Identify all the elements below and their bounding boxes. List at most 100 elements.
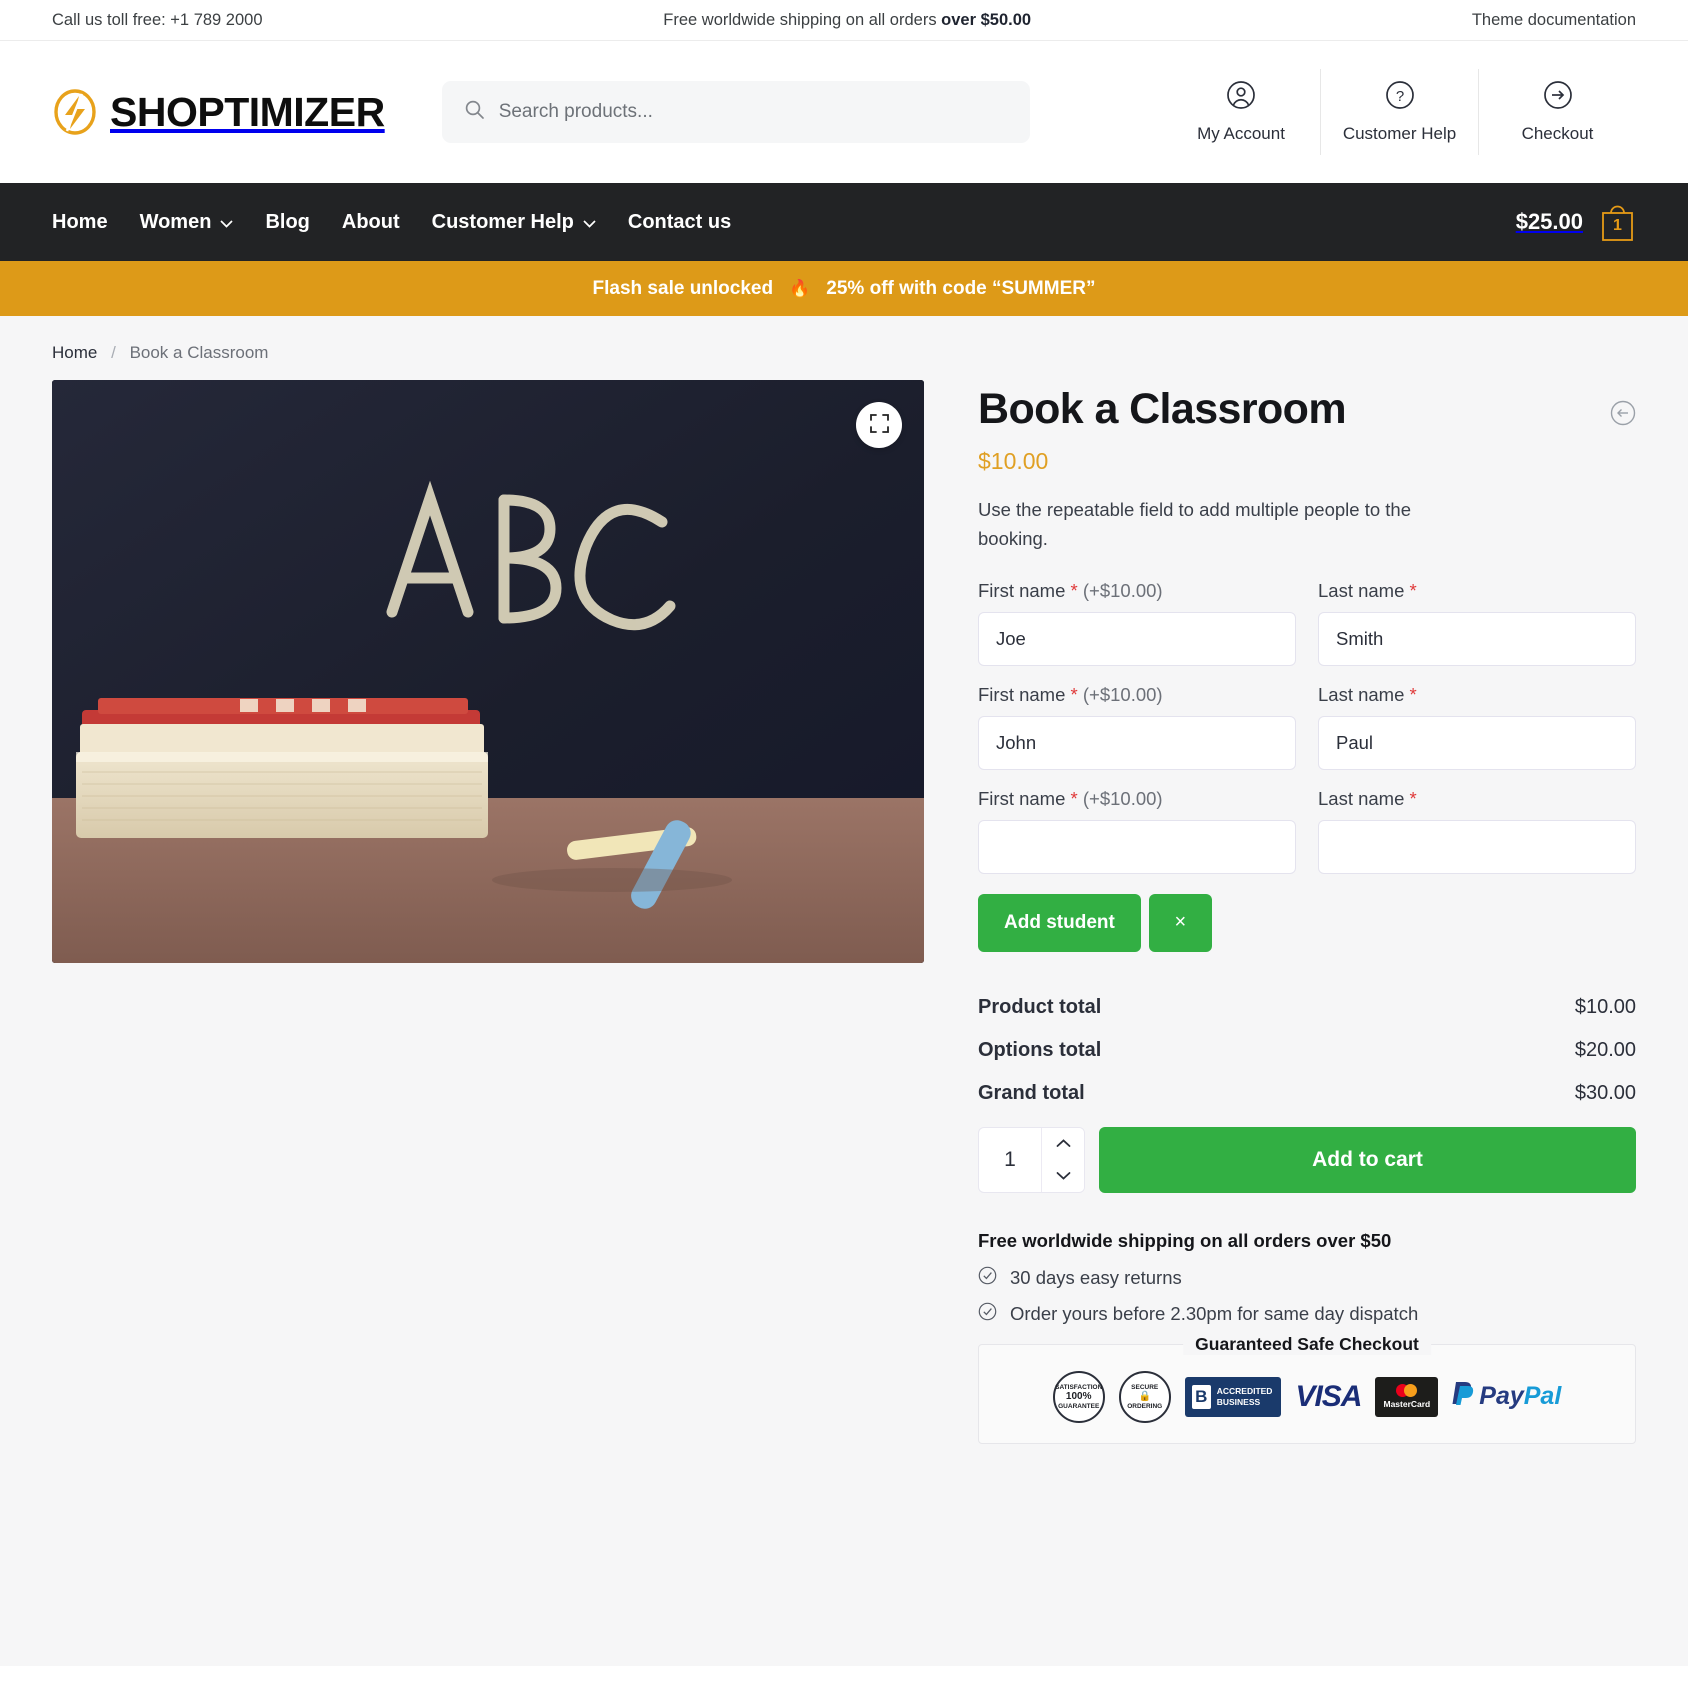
arrow-left-circle-icon[interactable] xyxy=(1610,400,1636,426)
first-name-label-text-1: First name xyxy=(978,579,1066,601)
product-layout: Book a Classroom $10.00 Use the repeatab… xyxy=(52,380,1636,1444)
last-name-input-3[interactable] xyxy=(1318,819,1636,874)
paypal-word-pal: Pal xyxy=(1523,1382,1562,1411)
breadcrumb-separator: / xyxy=(111,343,116,362)
customer-help-link[interactable]: ? Customer Help xyxy=(1320,69,1478,155)
main-navigation: Home Women Blog About Customer Help Cont… xyxy=(0,183,1688,261)
add-student-button[interactable]: Add student xyxy=(978,893,1141,952)
options-total-value: $20.00 xyxy=(1574,1038,1636,1061)
nav-item-about[interactable]: About xyxy=(342,211,400,234)
svg-text:?: ? xyxy=(1395,88,1403,105)
page-content: Home / Book a Classroom Book a Classroom… xyxy=(0,316,1688,1666)
first-name-label-1: First name * (+$10.00) xyxy=(978,580,1296,602)
required-marker: * xyxy=(1070,579,1078,601)
first-name-label-text-3: First name xyxy=(978,787,1066,809)
flash-sale-right-text: 25% off with code “SUMMER” xyxy=(826,277,1096,299)
grand-total-value: $30.00 xyxy=(1574,1081,1636,1104)
nav-item-contact-us-label: Contact us xyxy=(627,210,732,233)
perk-label: 30 days easy returns xyxy=(1010,1266,1182,1288)
add-to-cart-button[interactable]: Add to cart xyxy=(1099,1126,1636,1193)
shipping-announcement-bold: over $50.00 xyxy=(941,10,1032,29)
first-name-input-1[interactable] xyxy=(978,611,1296,666)
flash-sale-banner[interactable]: Flash sale unlocked 🔥 25% off with code … xyxy=(0,261,1688,316)
nav-item-customer-help[interactable]: Customer Help xyxy=(432,211,596,234)
payment-badges: SATISFACTION 100% GUARANTEE SECURE 🔒 ORD… xyxy=(999,1370,1615,1423)
user-circle-icon xyxy=(1226,80,1256,115)
search-icon xyxy=(464,99,485,125)
lock-icon: 🔒 xyxy=(1138,1391,1151,1403)
theme-documentation-link[interactable]: Theme documentation xyxy=(1472,11,1636,29)
expand-image-button[interactable] xyxy=(856,402,902,448)
breadcrumb-current: Book a Classroom xyxy=(129,343,269,362)
first-name-input-3[interactable] xyxy=(978,819,1296,874)
nav-item-women[interactable]: Women xyxy=(140,211,234,234)
guaranteed-safe-checkout: Guaranteed Safe Checkout SATISFACTION 10… xyxy=(978,1333,1636,1444)
cart-link[interactable]: $25.00 1 xyxy=(1516,202,1636,242)
search-input[interactable] xyxy=(498,101,1008,123)
paypal-icon xyxy=(1452,1380,1474,1413)
cart-total: $25.00 xyxy=(1515,209,1583,234)
perk-item: 30 days easy returns xyxy=(978,1266,1636,1290)
top-announcement-bar: Call us toll free: +1 789 2000 Free worl… xyxy=(0,0,1688,41)
checkout-link[interactable]: Checkout xyxy=(1478,69,1636,155)
bbb-line-1: ACCREDITED xyxy=(1216,1386,1273,1397)
first-name-surcharge-2: (+$10.00) xyxy=(1082,683,1163,705)
remove-student-button[interactable]: × xyxy=(1148,893,1212,952)
product-image[interactable] xyxy=(52,380,924,963)
last-name-label-1: Last name * xyxy=(1318,580,1636,602)
nav-item-home-label: Home xyxy=(52,210,108,233)
first-name-input-2[interactable] xyxy=(978,715,1296,770)
fire-icon: 🔥 xyxy=(789,278,811,298)
first-name-label-3: First name * (+$10.00) xyxy=(978,788,1296,810)
last-name-label-text-2: Last name xyxy=(1318,683,1405,705)
first-name-surcharge-3: (+$10.00) xyxy=(1082,787,1163,809)
mastercard-logo: MasterCard xyxy=(1375,1376,1439,1417)
perk-item: Order yours before 2.30pm for same day d… xyxy=(978,1302,1636,1326)
last-name-input-1[interactable] xyxy=(1318,611,1636,666)
product-perks: 30 days easy returns Order yours before … xyxy=(978,1266,1636,1326)
my-account-label: My Account xyxy=(1197,124,1285,143)
page-title: Book a Classroom xyxy=(978,385,1347,433)
nav-item-blog-label: Blog xyxy=(265,210,310,233)
paypal-wordmark: PayPal xyxy=(1479,1382,1561,1411)
shipping-announcement-text: Free worldwide shipping on all orders xyxy=(663,10,942,29)
last-name-input-2[interactable] xyxy=(1318,715,1636,770)
required-marker: * xyxy=(1409,579,1417,601)
nav-item-home[interactable]: Home xyxy=(52,211,108,234)
secure-seal-top: SECURE xyxy=(1131,1383,1159,1391)
student-fields: First name * (+$10.00) Last name * xyxy=(978,580,1636,952)
product-gallery xyxy=(52,380,924,1444)
my-account-link[interactable]: My Account xyxy=(1162,69,1320,155)
required-marker: * xyxy=(1070,683,1078,705)
search-bar[interactable] xyxy=(441,81,1030,143)
options-total-row: Options total $20.00 xyxy=(978,1039,1636,1062)
product-total-row: Product total $10.00 xyxy=(978,996,1636,1019)
shipping-announcement: Free worldwide shipping on all orders ov… xyxy=(223,11,1472,30)
paypal-word-pay: Pay xyxy=(1479,1382,1524,1411)
secure-seal-bottom: ORDERING xyxy=(1127,1402,1163,1410)
quantity-stepper[interactable] xyxy=(978,1126,1085,1193)
chevron-down-icon xyxy=(220,211,234,234)
first-name-label-2: First name * (+$10.00) xyxy=(978,684,1296,706)
chevron-down-icon xyxy=(1056,1168,1071,1183)
quantity-input[interactable] xyxy=(979,1127,1041,1192)
check-circle-icon xyxy=(978,1266,997,1290)
breadcrumb-home[interactable]: Home xyxy=(52,343,97,362)
nav-item-women-label: Women xyxy=(139,210,212,233)
student-row: First name * (+$10.00) Last name * xyxy=(978,580,1636,666)
paypal-logo: PayPal xyxy=(1452,1380,1561,1413)
quantity-decrease-button[interactable] xyxy=(1042,1159,1084,1192)
first-name-surcharge-1: (+$10.00) xyxy=(1082,579,1163,601)
chevron-down-icon xyxy=(583,211,596,234)
header-actions: My Account ? Customer Help Checkout xyxy=(1162,69,1636,155)
customer-help-label: Customer Help xyxy=(1342,124,1457,143)
quantity-increase-button[interactable] xyxy=(1042,1127,1084,1160)
nav-item-blog[interactable]: Blog xyxy=(265,211,309,234)
site-logo[interactable]: SHOPTIMIZER xyxy=(52,89,385,136)
nav-item-contact-us[interactable]: Contact us xyxy=(628,211,731,234)
secure-ordering-seal: SECURE 🔒 ORDERING xyxy=(1118,1370,1171,1423)
bbb-accredited-business-badge: B ACCREDITED BUSINESS xyxy=(1184,1376,1282,1417)
bbb-line-2: BUSINESS xyxy=(1216,1396,1261,1407)
expand-icon xyxy=(869,414,889,436)
free-shipping-note: Free worldwide shipping on all orders ov… xyxy=(978,1229,1392,1251)
